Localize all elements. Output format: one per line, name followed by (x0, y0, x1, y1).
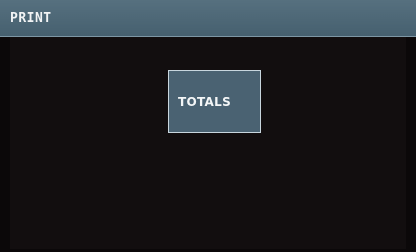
screen-title: PRINT (10, 11, 52, 26)
print-screen: PRINT TOTALS (0, 0, 416, 252)
totals-button-label: TOTALS (178, 95, 232, 109)
totals-button[interactable]: TOTALS (168, 70, 261, 133)
content-area (10, 37, 406, 249)
title-bar: PRINT (0, 0, 416, 37)
